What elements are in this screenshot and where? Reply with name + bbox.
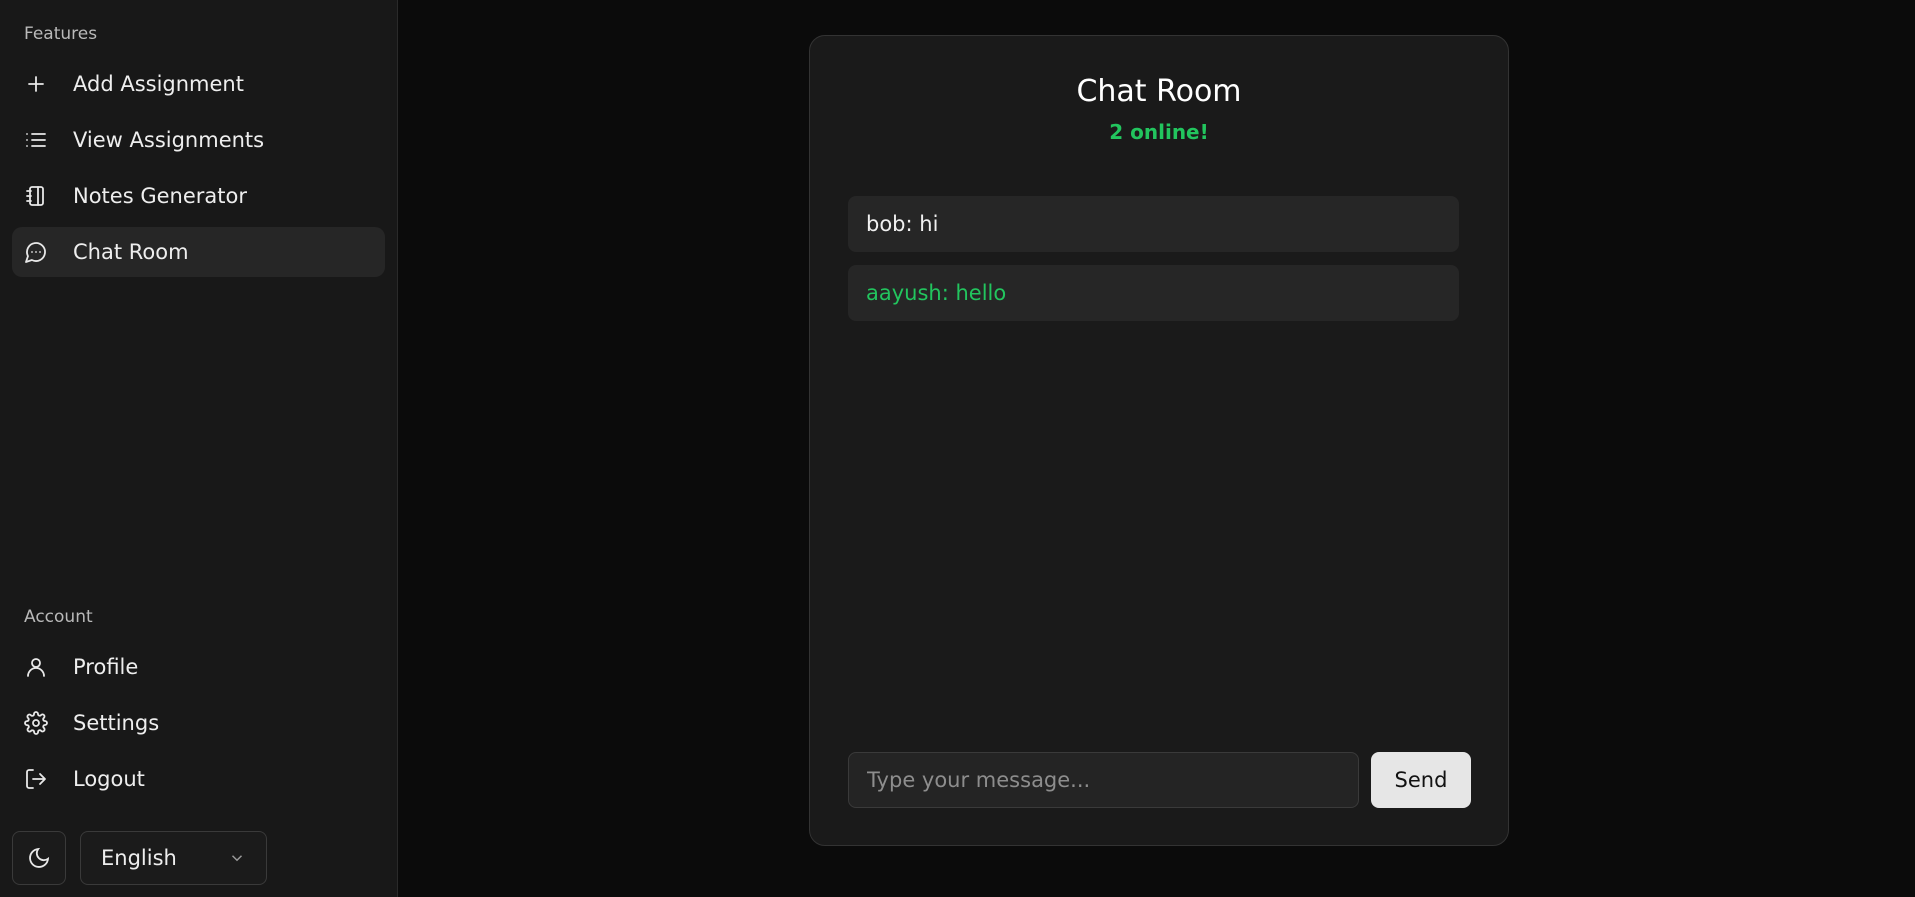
sidebar-item-logout[interactable]: Logout (12, 754, 385, 804)
language-select[interactable]: English (80, 831, 267, 885)
sidebar-item-settings[interactable]: Settings (12, 698, 385, 748)
page-title: Chat Room (1076, 74, 1242, 109)
sidebar: Features Add Assignment View Assignments… (0, 0, 398, 897)
plus-icon (23, 71, 49, 97)
notebook-icon (23, 183, 49, 209)
chat-room-card: Chat Room 2 online! bob: hi aayush: hell… (809, 35, 1509, 846)
sidebar-item-label: Notes Generator (73, 184, 247, 208)
send-button[interactable]: Send (1371, 752, 1471, 808)
language-select-value: English (101, 846, 177, 870)
gear-icon (23, 710, 49, 736)
sidebar-item-view-assignments[interactable]: View Assignments (12, 115, 385, 165)
sidebar-item-notes-generator[interactable]: Notes Generator (12, 171, 385, 221)
chat-message: aayush: hello (848, 265, 1459, 321)
moon-icon (29, 847, 50, 868)
sidebar-item-label: Chat Room (73, 240, 189, 264)
chevron-down-icon (231, 855, 243, 862)
chat-message: bob: hi (848, 196, 1459, 252)
online-count-status: 2 online! (1109, 120, 1209, 144)
sidebar-item-label: Settings (73, 711, 160, 735)
list-icon (23, 127, 49, 153)
sidebar-item-add-assignment[interactable]: Add Assignment (12, 59, 385, 109)
user-icon (23, 654, 49, 680)
sidebar-item-chat-room[interactable]: Chat Room (12, 227, 385, 277)
message-input[interactable] (848, 752, 1359, 808)
sidebar-item-profile[interactable]: Profile (12, 642, 385, 692)
account-section-label: Account (24, 607, 93, 627)
sidebar-item-label: Add Assignment (73, 72, 244, 96)
sidebar-item-label: View Assignments (73, 128, 265, 152)
sidebar-item-label: Profile (73, 655, 139, 679)
logout-icon (23, 766, 49, 792)
features-section-label: Features (24, 24, 98, 44)
theme-toggle-button[interactable] (12, 831, 66, 885)
sidebar-item-label: Logout (73, 767, 145, 791)
chat-icon (23, 239, 49, 265)
